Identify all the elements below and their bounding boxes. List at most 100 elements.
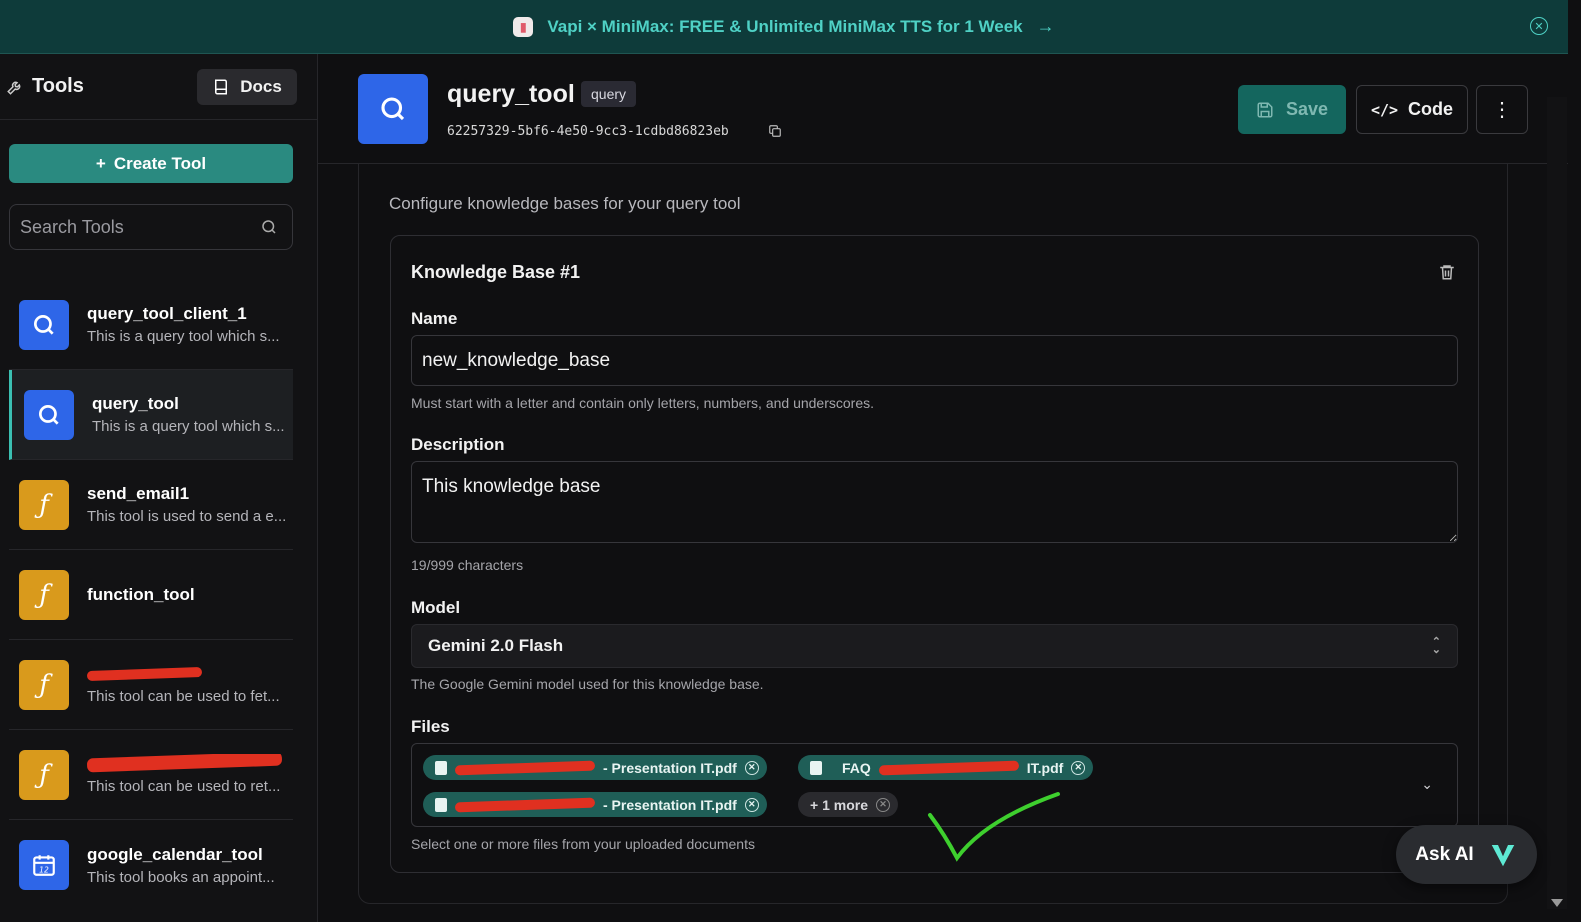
tool-item-redacted-2[interactable]: ƒ This tool can be used to ret... [9,730,293,820]
files-multiselect[interactable]: - Presentation IT.pdf ✕ FAQ IT.pdf ✕ - P… [411,743,1458,827]
tool-title: query_tool [447,80,575,108]
sidebar-header: Tools Docs [0,54,317,120]
vapi-logo-icon [1491,844,1514,866]
knowledge-base-card: Knowledge Base #1 Name Must start with a… [390,235,1479,873]
code-label: Code [1408,99,1454,119]
scroll-down-icon[interactable] [1551,899,1563,907]
file-chip-label: - Presentation IT.pdf [603,759,737,776]
tool-desc: This tool can be used to ret... [87,778,281,795]
tool-desc: This is a query tool which s... [87,328,280,345]
pdf-file-icon [435,797,447,812]
tool-name: send_email1 [87,484,190,503]
trash-icon[interactable] [1438,262,1456,282]
remove-more-icon[interactable]: ✕ [875,797,890,812]
chevron-up-down-icon: ⌃ ⌄ [1431,636,1441,656]
tool-id: 62257329-5bf6-4e50-9cc3-1cdbd86823eb [447,124,729,139]
tool-item-query-tool-client-1[interactable]: query_tool_client_1 This is a query tool… [9,280,293,370]
sidebar-title: Tools [6,75,84,98]
description-label: Description [411,435,505,454]
tool-name: query_tool [92,394,179,413]
tool-name: google_calendar_tool [87,844,263,864]
files-label: Files [411,717,450,736]
file-chip[interactable]: FAQ IT.pdf ✕ [798,755,1094,780]
tool-name: query_tool_client_1 [87,304,247,323]
sidebar-title-label: Tools [32,75,84,97]
more-files-label: + 1 more [810,796,868,813]
kb-title: Knowledge Base #1 [411,262,581,282]
more-vertical-icon: ⋮ [1492,99,1512,121]
banner-text[interactable]: Vapi × MiniMax: FREE & Unlimited MiniMax… [547,17,1022,37]
book-icon [215,79,228,94]
model-select[interactable]: Gemini 2.0 Flash ⌃ ⌄ [411,624,1458,668]
tool-desc: This tool books an appoint... [87,868,275,886]
file-chip[interactable]: - Presentation IT.pdf ✕ [423,755,767,780]
name-input[interactable] [411,335,1458,386]
plus-icon: + [95,153,106,173]
minimax-logo-icon: ▮ [513,16,534,37]
search-icon [262,220,276,234]
model-hint: The Google Gemini model used for this kn… [411,676,764,692]
file-chip-label: IT.pdf [1026,759,1064,776]
docs-label: Docs [240,76,282,96]
tool-item-function-tool[interactable]: ƒ function_tool [9,550,293,640]
search-icon [24,389,74,440]
tool-header: query_tool query 62257329-5bf6-4e50-9cc3… [318,54,1568,164]
function-icon: ƒ [19,659,69,710]
function-icon: ƒ [19,749,69,800]
model-label: Model [411,598,461,617]
pdf-file-icon [810,760,822,775]
chevron-down-icon[interactable]: ⌄ [1421,776,1433,793]
character-count: 19/999 characters [411,557,524,573]
function-icon: ƒ [19,479,69,530]
search-placeholder: Search Tools [20,216,124,237]
more-files-chip[interactable]: + 1 more ✕ [798,792,898,817]
ask-ai-label: Ask AI [1415,843,1474,865]
tool-type-badge: query [581,81,637,107]
function-icon: ƒ [19,569,69,620]
docs-button[interactable]: Docs [197,68,297,105]
code-button[interactable]: </> Code [1356,85,1468,134]
arrow-right-icon[interactable]: → [1037,16,1055,37]
save-icon [1257,102,1273,117]
remove-file-icon[interactable]: ✕ [744,797,759,812]
tool-name: function_tool [87,584,195,604]
tool-desc: This is a query tool which s... [92,418,285,435]
search-icon [19,299,69,350]
sidebar: Tools Docs + Create Tool Search Tools qu… [0,54,318,922]
search-tools-input[interactable]: Search Tools [9,204,293,250]
name-hint: Must start with a letter and contain onl… [411,395,875,411]
calendar-icon: 12 [19,840,69,890]
scrollbar[interactable] [1547,97,1567,909]
file-chip-label: - Presentation IT.pdf [603,796,737,813]
search-icon [358,74,428,144]
tool-item-query-tool[interactable]: query_tool This is a query tool which s.… [9,370,293,460]
remove-file-icon[interactable]: ✕ [1071,760,1086,775]
ask-ai-button[interactable]: Ask AI [1396,825,1537,884]
tool-item-google-calendar-tool[interactable]: 12 google_calendar_tool This tool books … [9,820,293,910]
more-options-button[interactable]: ⋮ [1476,85,1528,134]
main-content: query_tool query 62257329-5bf6-4e50-9cc3… [318,54,1568,922]
knowledge-base-panel: Configure knowledge bases for your query… [358,164,1508,904]
close-icon[interactable]: ✕ [1530,17,1548,35]
name-label: Name [411,309,458,328]
model-value: Gemini 2.0 Flash [428,636,564,655]
file-chip[interactable]: - Presentation IT.pdf ✕ [423,792,767,817]
save-button[interactable]: Save [1238,85,1346,134]
copy-icon[interactable] [768,124,782,138]
create-tool-button[interactable]: + Create Tool [9,144,293,183]
tool-desc: This tool is used to send a e... [87,508,287,525]
tool-item-send-email1[interactable]: ƒ send_email1 This tool is used to send … [9,460,293,550]
tool-desc: This tool can be used to fet... [87,688,280,705]
tool-item-redacted-1[interactable]: ƒ This tool can be used to fet... [9,640,293,730]
code-icon: </> [1370,100,1399,119]
save-label: Save [1285,99,1329,119]
file-chip-prefix: FAQ [842,759,871,776]
description-input[interactable]: This knowledge base [411,461,1458,543]
wrench-icon [7,81,21,95]
remove-file-icon[interactable]: ✕ [744,760,759,775]
promo-banner[interactable]: ▮ Vapi × MiniMax: FREE & Unlimited MiniM… [0,0,1568,54]
files-hint: Select one or more files from your uploa… [411,836,755,852]
redacted-name [87,754,282,774]
svg-text:12: 12 [39,866,49,875]
panel-subtitle: Configure knowledge bases for your query… [389,194,741,213]
